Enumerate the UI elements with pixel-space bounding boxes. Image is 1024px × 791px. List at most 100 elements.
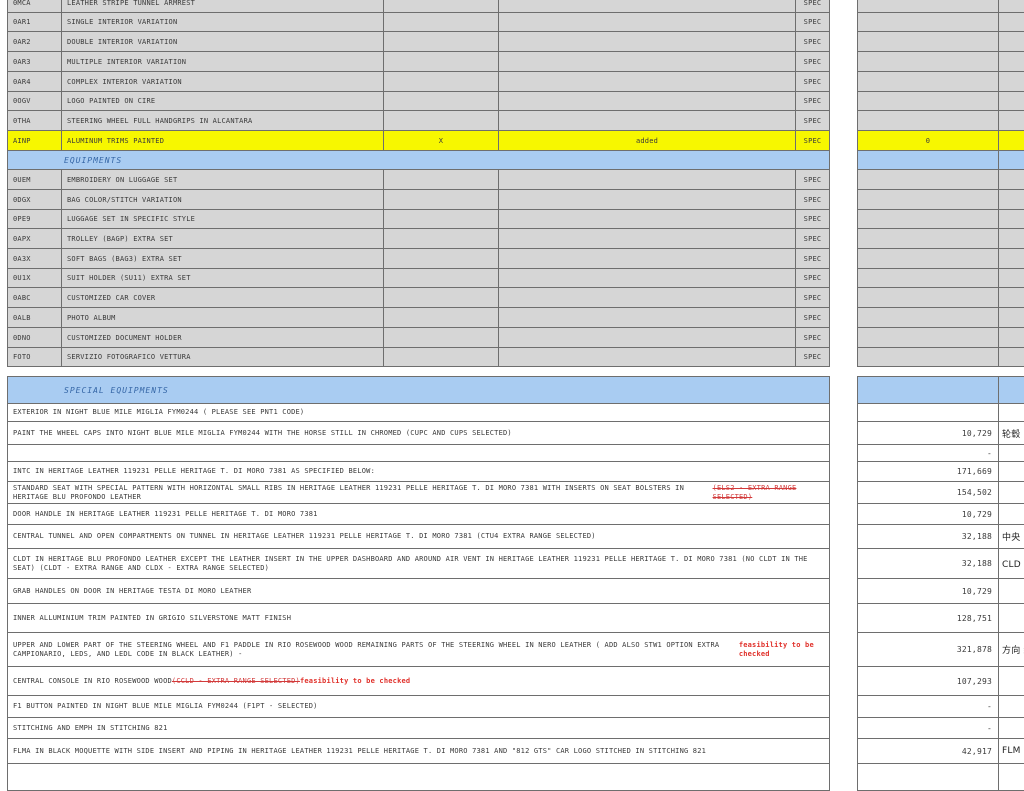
special-equipment-note[interactable]: CLD 革插入 [998,548,1024,579]
special-equipment-desc[interactable] [7,444,830,462]
special-equipment-price[interactable] [857,403,999,422]
special-equipment-desc[interactable]: STANDARD SEAT WITH SPECIAL PATTERN WITH … [7,481,830,504]
equipment-row-value-cell[interactable] [857,287,999,308]
option-row-value-cell[interactable] [857,71,999,92]
option-row-desc-cell[interactable]: MULTIPLE INTERIOR VARIATION [61,51,384,72]
equipment-row-status-cell[interactable] [498,189,796,210]
section-header-equipments[interactable]: EQUIPMENTS [7,150,830,170]
highlight-row-tail-cell[interactable] [998,130,1024,151]
equipment-row-code-cell[interactable]: 0ALB [7,307,62,328]
option-row-value-cell[interactable] [857,110,999,131]
special-equipment-desc[interactable]: UPPER AND LOWER PART OF THE STEERING WHE… [7,632,830,667]
section-header-value[interactable] [857,376,999,404]
option-row-status-cell[interactable] [498,91,796,111]
special-equipment-price[interactable]: - [857,695,999,718]
equipment-row-desc-cell[interactable]: TROLLEY (BAGP) EXTRA SET [61,228,384,249]
option-row-spec-cell[interactable]: SPEC [795,110,830,131]
equipment-row-desc-cell[interactable]: CUSTOMIZED CAR COVER [61,287,384,308]
special-equipment-note[interactable] [998,763,1024,791]
equipment-row-tail-cell[interactable] [998,347,1024,367]
equipment-row-code-cell[interactable]: 0U1X [7,268,62,288]
option-row-mark-cell[interactable] [383,71,499,92]
equipment-row-status-cell[interactable] [498,169,796,190]
equipment-row-spec-cell[interactable]: SPEC [795,169,830,190]
special-equipment-desc[interactable]: FLMA IN BLACK MOQUETTE WITH SIDE INSERT … [7,738,830,764]
equipment-row-status-cell[interactable] [498,209,796,229]
equipment-row-mark-cell[interactable] [383,228,499,249]
option-row-spec-cell[interactable]: SPEC [795,71,830,92]
option-row-status-cell[interactable] [498,71,796,92]
option-row-status-cell[interactable] [498,51,796,72]
equipment-row-value-cell[interactable] [857,307,999,328]
option-row-spec-cell[interactable]: SPEC [795,31,830,52]
special-equipment-price[interactable]: 10,729 [857,503,999,525]
special-equipment-desc[interactable]: F1 BUTTON PAINTED IN NIGHT BLUE MILE MIG… [7,695,830,718]
equipment-row-value-cell[interactable] [857,189,999,210]
special-equipment-desc[interactable]: CENTRAL CONSOLE IN RIO ROSEWOOD WOOD (CC… [7,666,830,696]
option-row-code-cell[interactable]: 0AR4 [7,71,62,92]
special-equipment-note[interactable] [998,666,1024,696]
equipment-row-tail-cell[interactable] [998,209,1024,229]
equipment-row-desc-cell[interactable]: CUSTOMIZED DOCUMENT HOLDER [61,327,384,348]
equipment-row-desc-cell[interactable]: LUGGAGE SET IN SPECIFIC STYLE [61,209,384,229]
equipment-row-value-cell[interactable] [857,209,999,229]
equipment-row-desc-cell[interactable]: SERVIZIO FOTOGRAFICO VETTURA [61,347,384,367]
option-row-mark-cell[interactable] [383,91,499,111]
equipment-row-desc-cell[interactable]: EMBROIDERY ON LUGGAGE SET [61,169,384,190]
special-equipment-note[interactable]: 轮毂 [998,421,1024,445]
special-equipment-price[interactable]: - [857,717,999,739]
equipment-row-mark-cell[interactable] [383,287,499,308]
equipment-row-status-cell[interactable] [498,347,796,367]
option-row-desc-cell[interactable]: SINGLE INTERIOR VARIATION [61,12,384,32]
special-equipment-desc[interactable]: CENTRAL TUNNEL AND OPEN COMPARTMENTS ON … [7,524,830,549]
option-row-status-cell[interactable] [498,31,796,52]
section-header-value[interactable] [857,150,999,170]
option-row-mark-cell[interactable] [383,51,499,72]
equipment-row-tail-cell[interactable] [998,287,1024,308]
equipment-row-tail-cell[interactable] [998,169,1024,190]
highlight-row-spec-cell[interactable]: SPEC [795,130,830,151]
special-equipment-price[interactable]: 32,188 [857,548,999,579]
special-equipment-price[interactable]: 10,729 [857,421,999,445]
option-row-mark-cell[interactable] [383,12,499,32]
equipment-row-desc-cell[interactable]: PHOTO ALBUM [61,307,384,328]
highlight-row-mark-cell[interactable]: X [383,130,499,151]
equipment-row-value-cell[interactable] [857,327,999,348]
option-row-code-cell[interactable]: 0OGV [7,91,62,111]
special-equipment-price[interactable] [857,763,999,791]
option-row-code-cell[interactable]: 0THA [7,110,62,131]
equipment-row-spec-cell[interactable]: SPEC [795,347,830,367]
equipment-row-code-cell[interactable]: 0PE9 [7,209,62,229]
option-row-tail-cell[interactable] [998,71,1024,92]
special-equipment-note[interactable]: 中央 [998,524,1024,549]
equipment-row-value-cell[interactable] [857,268,999,288]
equipment-row-value-cell[interactable] [857,347,999,367]
option-row-code-cell[interactable]: 0AR1 [7,12,62,32]
equipment-row-mark-cell[interactable] [383,248,499,269]
special-equipment-note[interactable] [998,578,1024,604]
option-row-tail-cell[interactable] [998,12,1024,32]
equipment-row-spec-cell[interactable]: SPEC [795,248,830,269]
equipment-row-status-cell[interactable] [498,268,796,288]
option-row-spec-cell[interactable]: SPEC [795,12,830,32]
option-row-status-cell[interactable] [498,110,796,131]
equipment-row-value-cell[interactable] [857,248,999,269]
equipment-row-mark-cell[interactable] [383,209,499,229]
special-equipment-price[interactable]: 321,878 [857,632,999,667]
equipment-row-spec-cell[interactable]: SPEC [795,287,830,308]
equipment-row-tail-cell[interactable] [998,228,1024,249]
special-equipment-note[interactable] [998,503,1024,525]
option-row-desc-cell[interactable]: COMPLEX INTERIOR VARIATION [61,71,384,92]
equipment-row-status-cell[interactable] [498,307,796,328]
equipment-row-desc-cell[interactable]: SOFT BAGS (BAG3) EXTRA SET [61,248,384,269]
equipment-row-code-cell[interactable]: 0DNO [7,327,62,348]
equipment-row-spec-cell[interactable]: SPEC [795,209,830,229]
equipment-row-spec-cell[interactable]: SPEC [795,268,830,288]
option-row-code-cell[interactable]: 0AR2 [7,31,62,52]
special-equipment-note[interactable] [998,461,1024,482]
special-equipment-price[interactable]: 154,502 [857,481,999,504]
equipment-row-status-cell[interactable] [498,228,796,249]
equipment-row-mark-cell[interactable] [383,169,499,190]
highlight-row-code-cell[interactable]: AINP [7,130,62,151]
option-row-tail-cell[interactable] [998,31,1024,52]
